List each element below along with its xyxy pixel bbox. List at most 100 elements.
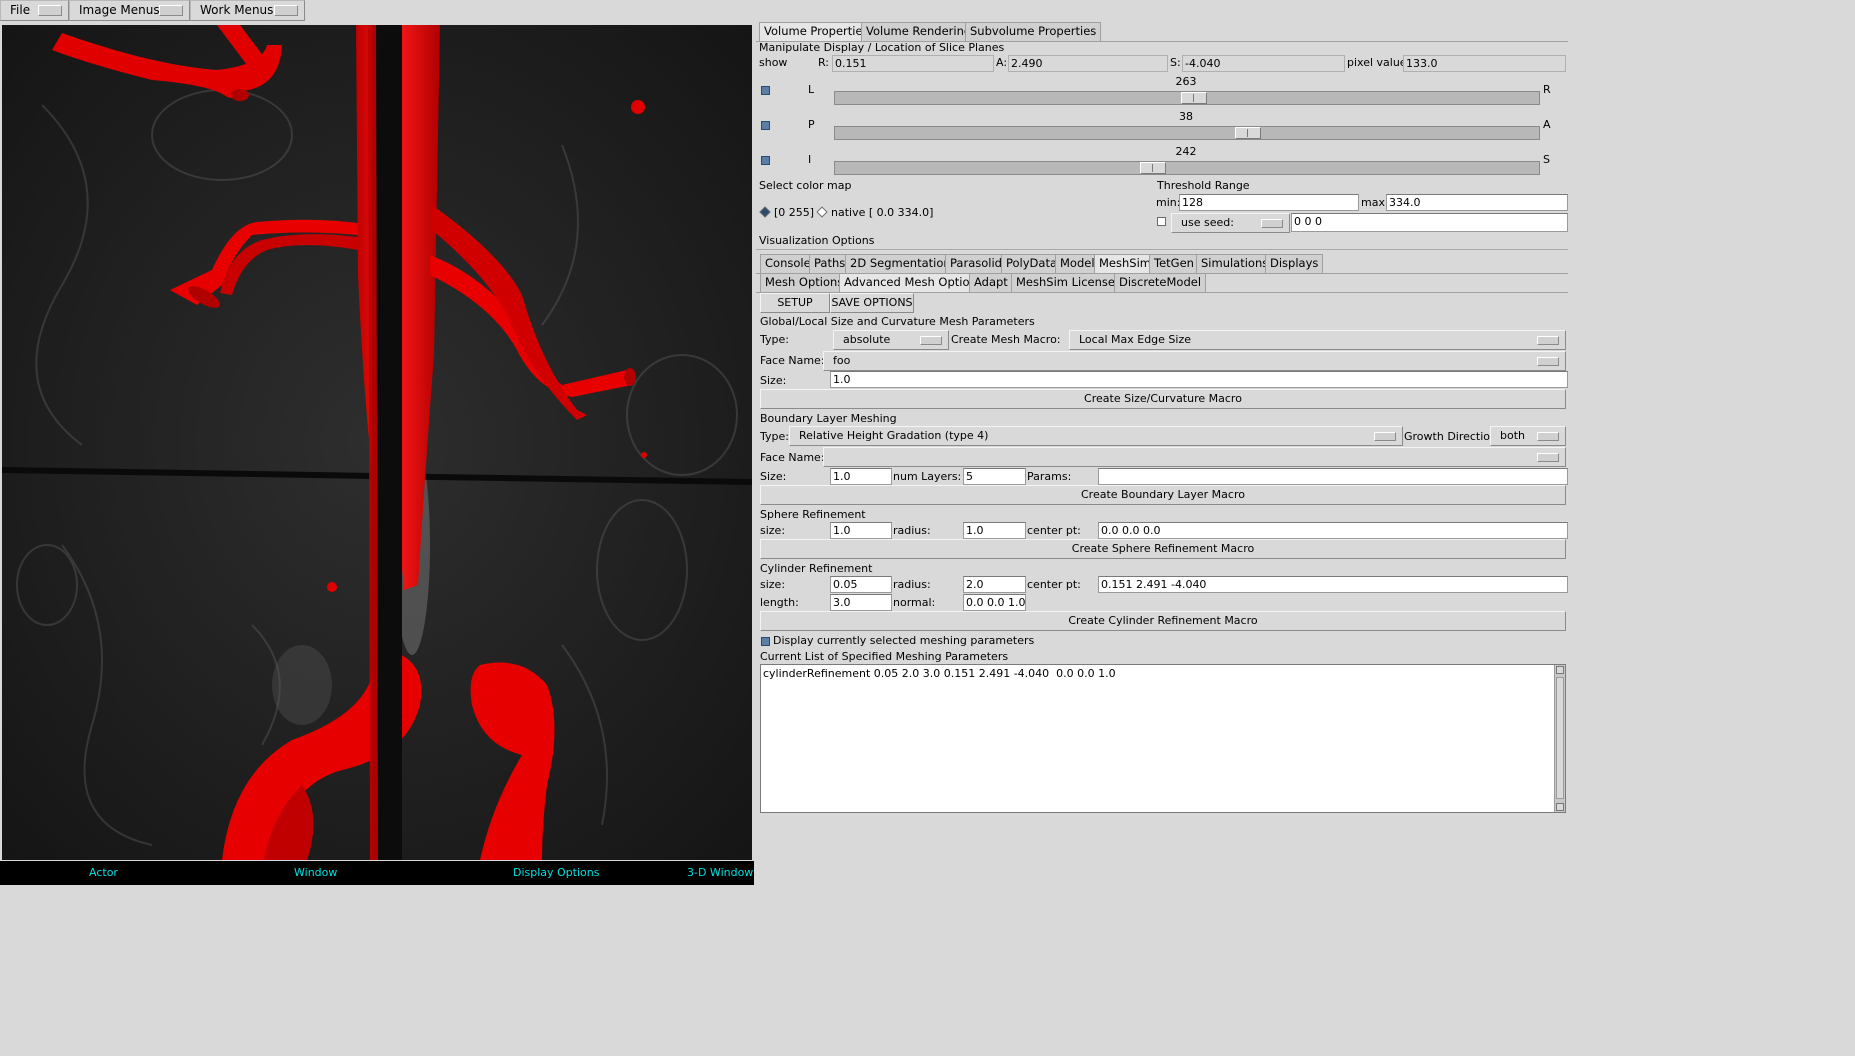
use-seed-button[interactable]: use seed:: [1171, 213, 1290, 233]
slider-show-checkbox[interactable]: [761, 86, 770, 95]
tab-label: Adapt: [974, 275, 1008, 289]
render-window[interactable]: [2, 25, 752, 860]
center-pt-label: center pt:: [1027, 578, 1081, 591]
image-menus-menu[interactable]: Image Menus: [69, 0, 190, 21]
tab-label: 2D Segmentation: [850, 256, 951, 270]
tab-displays[interactable]: Displays: [1265, 254, 1324, 273]
face-name-label: Face Name:: [760, 354, 825, 367]
menu-indicator-icon: [1537, 336, 1559, 345]
cylinder-radius-input[interactable]: 2.0: [963, 576, 1026, 593]
tab-subvolume-properties[interactable]: Subvolume Properties: [965, 22, 1102, 41]
slider-trough[interactable]: [834, 91, 1540, 105]
tab-volume-properties[interactable]: Volume Properties: [759, 22, 874, 41]
slider-thumb[interactable]: [1140, 162, 1166, 174]
scroll-thumb[interactable]: [1556, 677, 1564, 799]
3d-window-button[interactable]: 3-D Window: [687, 866, 753, 879]
file-menu[interactable]: File: [0, 0, 69, 21]
cylinder-length-input[interactable]: 3.0: [830, 594, 892, 611]
tab-advanced-mesh-options[interactable]: Advanced Mesh Options: [839, 273, 988, 292]
create-size-curvature-macro-button[interactable]: Create Size/Curvature Macro: [760, 389, 1566, 409]
growth-direction-value: both: [1500, 429, 1525, 442]
menu-indicator-icon: [1537, 432, 1559, 441]
tab-2d-segmentation[interactable]: 2D Segmentation: [845, 254, 956, 273]
tab-label: Simulations: [1201, 256, 1269, 270]
setup-button[interactable]: SETUP: [760, 293, 830, 313]
tab-label: Subvolume Properties: [970, 24, 1097, 38]
slider-show-checkbox[interactable]: [761, 156, 770, 165]
colormap-0-255-radio[interactable]: [759, 206, 771, 218]
tab-label: MeshSim Licenses: [1016, 275, 1121, 289]
scroll-up-icon[interactable]: [1556, 666, 1564, 674]
actor-button[interactable]: Actor: [89, 866, 118, 879]
tab-tetgen[interactable]: TetGen: [1149, 254, 1199, 273]
divider: [756, 249, 1568, 250]
seed-input[interactable]: 0 0 0: [1291, 213, 1568, 232]
menu-indicator-icon: [38, 5, 62, 16]
sphere-center-input[interactable]: 0.0 0.0 0.0: [1098, 522, 1568, 539]
threshold-min-input[interactable]: 128: [1179, 194, 1359, 211]
boundary-face-name-select[interactable]: [823, 447, 1566, 467]
tab-label: Paths: [814, 256, 846, 270]
tab-mesh-options[interactable]: Mesh Options: [760, 273, 849, 292]
show-label: show: [759, 56, 788, 69]
tab-volume-rendering[interactable]: Volume Rendering: [861, 22, 977, 41]
boundary-size-input[interactable]: 1.0: [830, 468, 892, 485]
tab-model[interactable]: Model: [1055, 254, 1100, 273]
tab-simulations[interactable]: Simulations: [1196, 254, 1274, 273]
global-face-name-select[interactable]: foo: [823, 351, 1566, 371]
slider-thumb[interactable]: [1181, 92, 1207, 104]
tab-meshsim-licenses[interactable]: MeshSim Licenses: [1011, 273, 1126, 292]
tab-console[interactable]: Console: [760, 254, 816, 273]
colormap-native-radio[interactable]: [816, 206, 828, 218]
cylinder-normal-input[interactable]: 0.0 0.0 1.0: [963, 594, 1026, 611]
menu-indicator-icon: [274, 5, 298, 16]
tab-meshsim[interactable]: MeshSim: [1094, 254, 1156, 273]
sphere-size-input[interactable]: 1.0: [830, 522, 892, 539]
save-options-button[interactable]: SAVE OPTIONS: [830, 293, 914, 313]
growth-direction-select[interactable]: both: [1490, 426, 1566, 446]
sphere-radius-input[interactable]: 1.0: [963, 522, 1026, 539]
list-item[interactable]: cylinderRefinement 0.05 2.0 3.0 0.151 2.…: [763, 667, 1116, 680]
params-label: Params:: [1027, 470, 1072, 483]
cylinder-center-input[interactable]: 0.151 2.491 -4.040: [1098, 576, 1568, 593]
cylinder-size-input[interactable]: 0.05: [830, 576, 892, 593]
global-type-select[interactable]: absolute: [833, 330, 949, 350]
params-input[interactable]: [1098, 468, 1568, 485]
window-button[interactable]: Window: [294, 866, 337, 879]
face-name-value: foo: [833, 354, 851, 367]
tab-label: Volume Properties: [764, 24, 869, 38]
tab-polydata[interactable]: PolyData: [1001, 254, 1063, 273]
slider-trough[interactable]: [834, 161, 1540, 175]
tab-label: PolyData: [1006, 256, 1058, 270]
work-menus-menu[interactable]: Work Menus: [190, 0, 305, 21]
display-params-checkbox[interactable]: [761, 637, 770, 646]
use-seed-checkbox[interactable]: [1157, 217, 1166, 226]
a-label: A:: [996, 56, 1008, 69]
menu-indicator-icon: [159, 5, 183, 16]
slider-right-label: R: [1543, 83, 1551, 96]
slider-trough[interactable]: [834, 126, 1540, 140]
menu-indicator-icon: [920, 336, 942, 345]
create-sphere-refinement-macro-button[interactable]: Create Sphere Refinement Macro: [760, 539, 1566, 559]
list-scrollbar[interactable]: [1554, 665, 1565, 812]
tab-discretemodel[interactable]: DiscreteModel: [1114, 273, 1207, 292]
slider-show-checkbox[interactable]: [761, 121, 770, 130]
create-cylinder-refinement-macro-button[interactable]: Create Cylinder Refinement Macro: [760, 611, 1566, 631]
tab-parasolid[interactable]: Parasolid: [945, 254, 1007, 273]
tab-adapt[interactable]: Adapt: [969, 273, 1013, 292]
r-label: R:: [818, 56, 830, 69]
pixel-value: 133.0: [1403, 55, 1566, 72]
meshing-parameters-list[interactable]: cylinderRefinement 0.05 2.0 3.0 0.151 2.…: [760, 664, 1566, 813]
volume-render-canvas[interactable]: [2, 25, 752, 860]
scroll-down-icon[interactable]: [1556, 803, 1564, 811]
create-mesh-macro-select[interactable]: Local Max Edge Size: [1069, 330, 1566, 350]
display-options-button[interactable]: Display Options: [513, 866, 600, 879]
slider-thumb[interactable]: [1235, 127, 1261, 139]
image-menus-label: Image Menus: [79, 3, 160, 17]
threshold-max-input[interactable]: 334.0: [1386, 194, 1568, 211]
create-boundary-layer-macro-button[interactable]: Create Boundary Layer Macro: [760, 485, 1566, 505]
tab-label: DiscreteModel: [1119, 275, 1202, 289]
num-layers-input[interactable]: 5: [963, 468, 1026, 485]
boundary-type-select[interactable]: Relative Height Gradation (type 4): [789, 426, 1403, 446]
global-size-input[interactable]: 1.0: [830, 371, 1568, 388]
